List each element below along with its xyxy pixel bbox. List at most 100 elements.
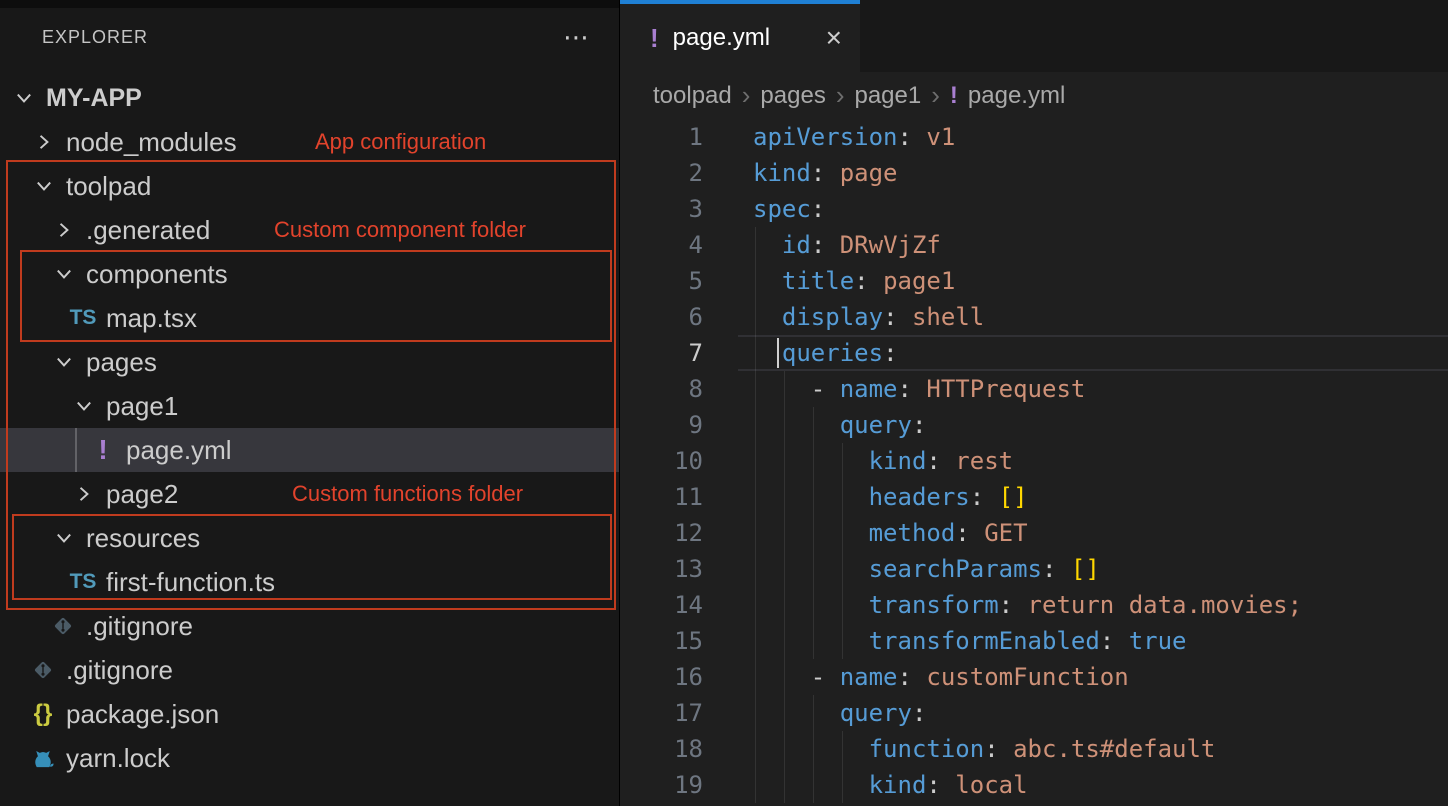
code-line-7[interactable]: 7 queries: [620,335,1448,371]
code-line-4[interactable]: 4 id: DRwVjZf [620,227,1448,263]
code-line-content: transformEnabled: true [703,623,1186,659]
json-icon: {} [28,700,58,728]
breadcrumb-separator: › [931,80,940,111]
tree-item-label: first-function.ts [106,567,275,598]
line-number[interactable]: 4 [620,227,703,263]
tree-item-label: toolpad [66,171,151,202]
sidebar-top-strip [0,0,619,8]
line-number[interactable]: 8 [620,371,703,407]
breadcrumb-item-toolpad[interactable]: toolpad [653,82,732,110]
line-number[interactable]: 12 [620,515,703,551]
code-line-15[interactable]: 15 transformEnabled: true [620,623,1448,659]
line-number[interactable]: 14 [620,587,703,623]
code-line-2[interactable]: 2kind: page [620,155,1448,191]
code-line-11[interactable]: 11 headers: [] [620,479,1448,515]
line-number[interactable]: 17 [620,695,703,731]
tab-bar: ! page.yml × [620,0,1448,72]
code-line-content: transform: return data.movies; [703,587,1302,623]
close-tab-icon[interactable]: × [826,24,842,52]
tree-item-label: node_modules [66,127,237,158]
code-line-3[interactable]: 3spec: [620,191,1448,227]
chevron-down-icon [12,86,36,110]
code-line-1[interactable]: 1apiVersion: v1 [620,119,1448,155]
line-number[interactable]: 13 [620,551,703,587]
code-line-content: id: DRwVjZf [703,227,941,263]
tree-item-my-app[interactable]: MY-APP [0,76,619,120]
line-number[interactable]: 7 [620,335,703,371]
tree-item-generated[interactable]: .generatedCustom component folder [0,208,619,252]
yml-icon: ! [88,434,118,466]
tree-item-map-tsx[interactable]: TS map.tsx [0,296,619,340]
breadcrumb-item-page1[interactable]: page1 [854,82,921,110]
red-annotation-label: Custom component folder [274,208,526,252]
tree-item-yarn-lock[interactable]: yarn.lock [0,736,619,780]
code-line-9[interactable]: 9 query: [620,407,1448,443]
code-line-content: kind: local [703,767,1028,803]
tree-item-first-function-ts[interactable]: TS first-function.ts [0,560,619,604]
tree-item-page1[interactable]: page1 [0,384,619,428]
line-number[interactable]: 2 [620,155,703,191]
line-number[interactable]: 19 [620,767,703,803]
breadcrumb-item-page-yml[interactable]: page.yml [968,82,1065,110]
code-line-content: kind: page [703,155,898,191]
code-line-19[interactable]: 19 kind: local [620,767,1448,803]
line-number[interactable]: 15 [620,623,703,659]
code-line-10[interactable]: 10 kind: rest [620,443,1448,479]
tab-page-yml[interactable]: ! page.yml × [620,4,860,72]
code-line-8[interactable]: 8 - name: HTTPrequest [620,371,1448,407]
code-line-content: apiVersion: v1 [703,119,955,155]
code-line-5[interactable]: 5 title: page1 [620,263,1448,299]
tree-item-package-json[interactable]: {} package.json [0,692,619,736]
line-number[interactable]: 10 [620,443,703,479]
code-line-content: searchParams: [] [703,551,1100,587]
code-line-13[interactable]: 13 searchParams: [] [620,551,1448,587]
tree-item-gitignore[interactable]: .gitignore [0,648,619,692]
tree-item-label: .gitignore [66,655,173,686]
tree-item-label: resources [86,523,200,554]
tree-item-components[interactable]: components [0,252,619,296]
tree-item-page2[interactable]: page2Custom functions folder [0,472,619,516]
line-number[interactable]: 6 [620,299,703,335]
tree-item-toolpad[interactable]: toolpad [0,164,619,208]
tree-item-pages[interactable]: pages [0,340,619,384]
tree-item-node-modules[interactable]: node_modules App configuration [0,120,619,164]
code-line-content: title: page1 [703,263,955,299]
more-actions-icon[interactable]: ⋯ [563,32,589,42]
tree-item-label: pages [86,347,157,378]
line-number[interactable]: 1 [620,119,703,155]
explorer-header: EXPLORER ⋯ [0,8,619,66]
ts-icon: TS [68,306,98,330]
line-number[interactable]: 18 [620,731,703,767]
line-number[interactable]: 5 [620,263,703,299]
code-line-6[interactable]: 6 display: shell [620,299,1448,335]
explorer-title: EXPLORER [42,27,148,48]
explorer-sidebar: EXPLORER ⋯ MY-APP node_modules App configu… [0,0,619,806]
breadcrumb-item-pages[interactable]: pages [760,82,825,110]
file-tree: MY-APP node_modules App configuration toolp… [0,76,619,780]
tree-item-page-yml[interactable]: ! page.yml [0,428,619,472]
breadcrumb-separator: › [742,80,751,111]
tree-item-label: page1 [106,391,178,422]
line-number[interactable]: 11 [620,479,703,515]
tree-item-label: package.json [66,699,219,730]
tree-item-resources[interactable]: resources [0,516,619,560]
code-editor[interactable]: 1apiVersion: v12kind: page3spec:4 id: DR… [620,119,1448,806]
line-number[interactable]: 16 [620,659,703,695]
code-line-16[interactable]: 16 - name: customFunction [620,659,1448,695]
line-number[interactable]: 9 [620,407,703,443]
code-line-17[interactable]: 17 query: [620,695,1448,731]
tree-item-gitignore[interactable]: .gitignore [0,604,619,648]
red-annotation-label: App configuration [315,120,486,164]
chevron-down-icon [32,174,56,198]
code-line-14[interactable]: 14 transform: return data.movies; [620,587,1448,623]
code-line-18[interactable]: 18 function: abc.ts#default [620,731,1448,767]
line-number[interactable]: 3 [620,191,703,227]
chevron-down-icon [72,394,96,418]
text-cursor [777,338,779,368]
chevron-right-icon [32,130,56,154]
ts-icon: TS [68,570,98,594]
tree-item-label: map.tsx [106,303,197,334]
code-line-12[interactable]: 12 method: GET [620,515,1448,551]
tree-item-label: page.yml [126,435,232,466]
yarn-icon [28,745,58,771]
